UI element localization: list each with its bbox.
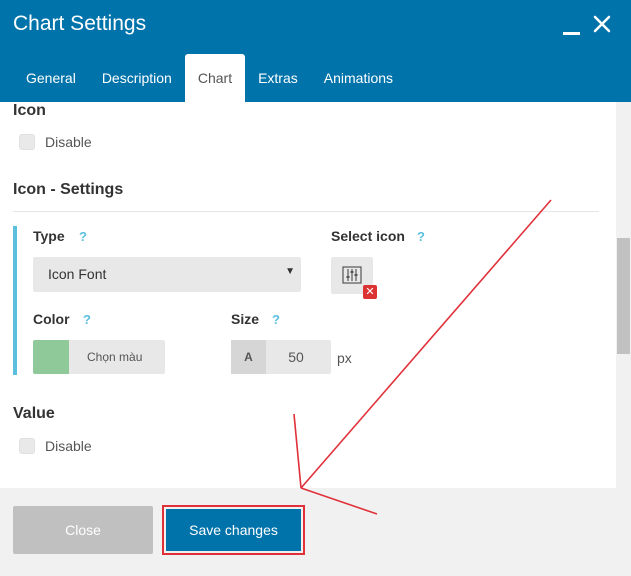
value-disable-checkbox[interactable] — [19, 438, 35, 454]
size-unit: px — [337, 350, 352, 366]
section-divider — [13, 211, 599, 212]
size-help-icon[interactable]: ? — [272, 312, 280, 327]
tab-extras[interactable]: Extras — [245, 54, 311, 102]
settings-panel: Icon Disable Icon - Settings Type ? Icon… — [0, 102, 616, 488]
icon-disable-label: Disable — [45, 134, 92, 150]
close-button[interactable]: Close — [13, 506, 153, 554]
dialog-header: Chart Settings General Description Chart… — [0, 0, 631, 102]
settings-group-bar — [13, 226, 17, 375]
icon-picker-button[interactable]: ✕ — [331, 257, 377, 299]
save-highlight: Save changes — [162, 505, 305, 555]
color-swatch — [33, 340, 69, 374]
value-disable-row[interactable]: Disable — [19, 438, 92, 454]
size-input[interactable]: 50 — [266, 340, 326, 374]
type-label: Type — [33, 228, 65, 244]
save-changes-button[interactable]: Save changes — [166, 509, 301, 551]
value-disable-label: Disable — [45, 438, 92, 454]
remove-icon[interactable]: ✕ — [363, 285, 377, 299]
type-select[interactable]: Icon Font ▼ — [33, 257, 301, 292]
tab-bar: General Description Chart Extras Animati… — [13, 54, 406, 102]
tab-description[interactable]: Description — [89, 54, 185, 102]
type-select-value: Icon Font — [48, 266, 107, 282]
dropdown-arrow-icon: ▼ — [285, 266, 295, 277]
close-icon[interactable] — [592, 14, 612, 34]
select-icon-help-icon[interactable]: ? — [417, 229, 425, 244]
value-heading: Value — [13, 405, 55, 422]
icon-heading: Icon — [13, 102, 46, 119]
tab-animations[interactable]: Animations — [311, 54, 406, 102]
dialog-footer: Close Save changes — [0, 488, 631, 576]
color-picker-button[interactable]: Chọn màu — [33, 340, 165, 374]
size-label: Size — [231, 311, 260, 327]
icon-settings-heading: Icon - Settings — [13, 181, 124, 198]
minimize-icon[interactable] — [563, 10, 580, 36]
color-picker-label: Chọn màu — [87, 350, 143, 364]
scrollbar[interactable] — [616, 102, 631, 488]
color-label: Color — [33, 311, 70, 327]
dialog-title: Chart Settings — [13, 12, 147, 35]
scrollbar-thumb[interactable] — [617, 238, 630, 354]
icon-disable-checkbox[interactable] — [19, 134, 35, 150]
icon-disable-row[interactable]: Disable — [19, 134, 92, 150]
select-icon-label: Select icon — [331, 228, 405, 244]
color-help-icon[interactable]: ? — [83, 312, 91, 327]
tab-chart[interactable]: Chart — [184, 54, 246, 102]
tab-general[interactable]: General — [13, 54, 89, 102]
size-prefix: A — [231, 340, 266, 374]
sliders-icon — [342, 266, 362, 289]
size-field[interactable]: A 50 — [231, 340, 331, 374]
type-help-icon[interactable]: ? — [79, 229, 87, 244]
